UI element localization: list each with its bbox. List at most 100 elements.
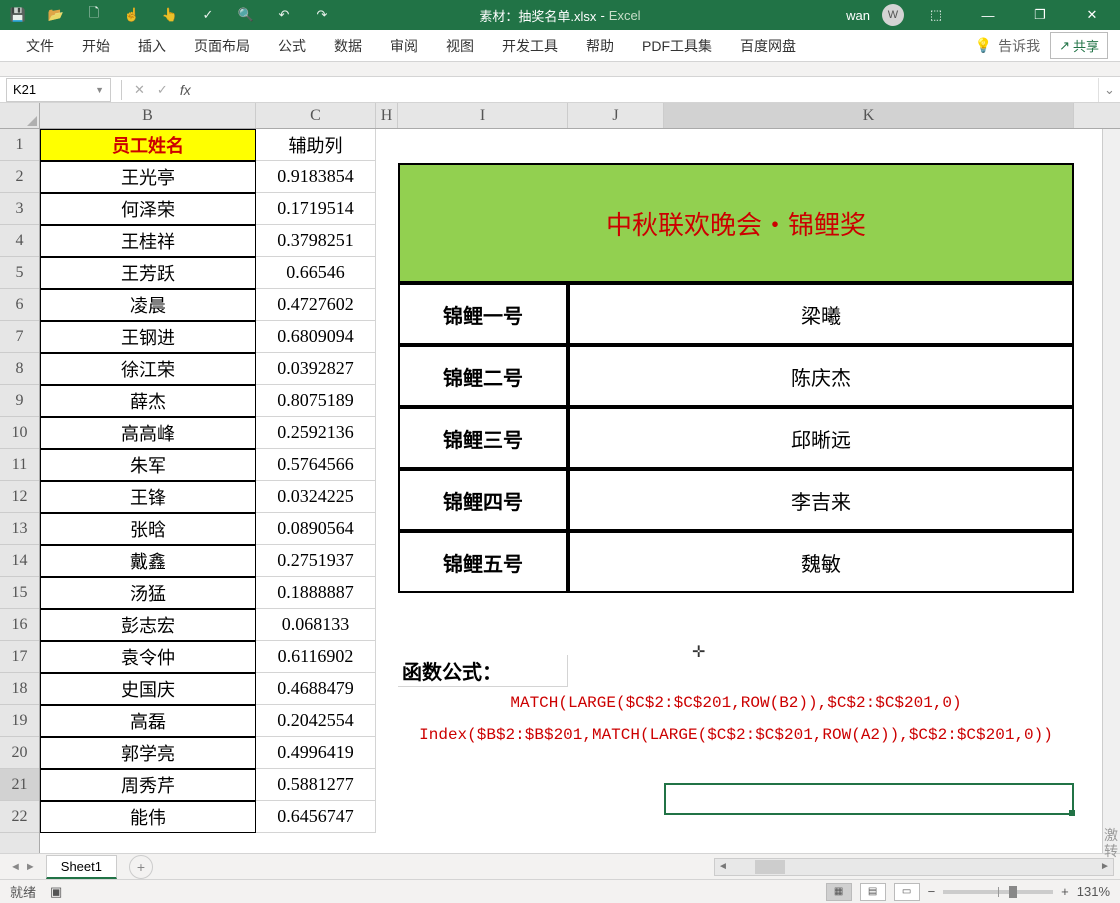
- cell-B10[interactable]: 高高峰: [40, 417, 256, 449]
- preview-icon[interactable]: 🔍: [236, 5, 256, 25]
- cell-C2[interactable]: 0.9183854: [256, 161, 376, 193]
- tell-me[interactable]: 💡告诉我: [975, 36, 1040, 56]
- tab-insert[interactable]: 插入: [124, 30, 180, 62]
- cell-B18[interactable]: 史国庆: [40, 673, 256, 705]
- zoom-out-icon[interactable]: −: [928, 884, 936, 899]
- prize-winner-2[interactable]: 陈庆杰: [568, 345, 1074, 407]
- cell-C9[interactable]: 0.8075189: [256, 385, 376, 417]
- row-header-22[interactable]: 22: [0, 801, 39, 833]
- cell-B2[interactable]: 王光亭: [40, 161, 256, 193]
- cell-B5[interactable]: 王芳跃: [40, 257, 256, 289]
- cell-B17[interactable]: 袁令仲: [40, 641, 256, 673]
- open-icon[interactable]: 📂: [46, 5, 66, 25]
- col-header-K[interactable]: K: [664, 103, 1074, 128]
- cell-B20[interactable]: 郭学亮: [40, 737, 256, 769]
- cell-B9[interactable]: 薛杰: [40, 385, 256, 417]
- cell-C5[interactable]: 0.66546: [256, 257, 376, 289]
- tab-baidu[interactable]: 百度网盘: [726, 30, 810, 62]
- view-normal-icon[interactable]: ▦: [826, 883, 852, 901]
- formula-input[interactable]: [197, 79, 1098, 101]
- zoom-level[interactable]: 131%: [1077, 884, 1110, 899]
- row-header-10[interactable]: 10: [0, 417, 39, 449]
- cell-C17[interactable]: 0.6116902: [256, 641, 376, 673]
- cancel-icon[interactable]: ✕: [134, 82, 145, 98]
- cell-B21[interactable]: 周秀芹: [40, 769, 256, 801]
- close-icon[interactable]: ✕: [1072, 0, 1112, 30]
- prize-label-1[interactable]: 锦鲤一号: [398, 283, 568, 345]
- cell-C4[interactable]: 0.3798251: [256, 225, 376, 257]
- prize-winner-5[interactable]: 魏敏: [568, 531, 1074, 593]
- cell-C16[interactable]: 0.068133: [256, 609, 376, 641]
- cell-C12[interactable]: 0.0324225: [256, 481, 376, 513]
- cell-C13[interactable]: 0.0890564: [256, 513, 376, 545]
- cell-B14[interactable]: 戴鑫: [40, 545, 256, 577]
- cell-B22[interactable]: 能伟: [40, 801, 256, 833]
- sheet-next-icon[interactable]: ►: [25, 861, 36, 873]
- cell-B13[interactable]: 张晗: [40, 513, 256, 545]
- cell-C15[interactable]: 0.1888887: [256, 577, 376, 609]
- cell-C20[interactable]: 0.4996419: [256, 737, 376, 769]
- row-header-7[interactable]: 7: [0, 321, 39, 353]
- touch2-icon[interactable]: 👆: [160, 5, 180, 25]
- tab-pdf[interactable]: PDF工具集: [628, 30, 726, 62]
- row-header-15[interactable]: 15: [0, 577, 39, 609]
- cell-B16[interactable]: 彭志宏: [40, 609, 256, 641]
- tab-review[interactable]: 审阅: [376, 30, 432, 62]
- horizontal-scrollbar[interactable]: ◄ ►: [714, 858, 1114, 876]
- ribbon-collapsed-strip[interactable]: [0, 62, 1120, 77]
- cell-B6[interactable]: 凌晨: [40, 289, 256, 321]
- row-header-14[interactable]: 14: [0, 545, 39, 577]
- row-header-16[interactable]: 16: [0, 609, 39, 641]
- redo-icon[interactable]: ↷: [312, 5, 332, 25]
- row-header-6[interactable]: 6: [0, 289, 39, 321]
- tab-data[interactable]: 数据: [320, 30, 376, 62]
- cell-C22[interactable]: 0.6456747: [256, 801, 376, 833]
- cell-C14[interactable]: 0.2751937: [256, 545, 376, 577]
- cell-C11[interactable]: 0.5764566: [256, 449, 376, 481]
- cell-B8[interactable]: 徐江荣: [40, 353, 256, 385]
- active-cell[interactable]: [664, 783, 1074, 815]
- tab-devtools[interactable]: 开发工具: [488, 30, 572, 62]
- save-icon[interactable]: 💾: [8, 5, 28, 25]
- cells-area[interactable]: ✛ 员工姓名辅助列王光亭0.9183854何泽荣0.1719514王桂祥0.37…: [40, 129, 1120, 853]
- avatar[interactable]: W: [882, 4, 904, 26]
- cell-I2[interactable]: 中秋联欢晚会・锦鲤奖: [398, 163, 1074, 283]
- tab-formulas[interactable]: 公式: [264, 30, 320, 62]
- prize-winner-4[interactable]: 李吉来: [568, 469, 1074, 531]
- zoom-slider[interactable]: [943, 890, 1053, 894]
- row-header-13[interactable]: 13: [0, 513, 39, 545]
- col-header-I[interactable]: I: [398, 103, 568, 128]
- macro-record-icon[interactable]: ▣: [50, 884, 62, 900]
- cell-B11[interactable]: 朱军: [40, 449, 256, 481]
- row-header-21[interactable]: 21: [0, 769, 39, 801]
- cell-C7[interactable]: 0.6809094: [256, 321, 376, 353]
- new-icon[interactable]: 🗋: [84, 5, 104, 25]
- add-sheet-icon[interactable]: +: [129, 855, 153, 879]
- cell-C21[interactable]: 0.5881277: [256, 769, 376, 801]
- maximize-icon[interactable]: ❐: [1020, 0, 1060, 30]
- formula-2[interactable]: Index($B$2:$B$201,MATCH(LARGE($C$2:$C$20…: [398, 719, 1074, 751]
- col-header-H[interactable]: H: [376, 103, 398, 128]
- col-header-B[interactable]: B: [40, 103, 256, 128]
- prize-label-2[interactable]: 锦鲤二号: [398, 345, 568, 407]
- cell-B19[interactable]: 高磊: [40, 705, 256, 737]
- formula-1[interactable]: MATCH(LARGE($C$2:$C$201,ROW(B2)),$C$2:$C…: [398, 687, 1074, 719]
- touch-icon[interactable]: ☝: [122, 5, 142, 25]
- cell-B15[interactable]: 汤猛: [40, 577, 256, 609]
- view-layout-icon[interactable]: ▤: [860, 883, 886, 901]
- cell-C8[interactable]: 0.0392827: [256, 353, 376, 385]
- row-header-11[interactable]: 11: [0, 449, 39, 481]
- chevron-down-icon[interactable]: ▼: [95, 85, 104, 95]
- sheet-prev-icon[interactable]: ◄: [10, 861, 21, 873]
- row-header-1[interactable]: 1: [0, 129, 39, 161]
- confirm-icon[interactable]: ✓: [157, 82, 168, 98]
- row-header-12[interactable]: 12: [0, 481, 39, 513]
- fx-icon[interactable]: fx: [180, 82, 191, 98]
- scroll-thumb[interactable]: [755, 860, 785, 874]
- cell-C1[interactable]: 辅助列: [256, 129, 376, 161]
- cell-B4[interactable]: 王桂祥: [40, 225, 256, 257]
- prize-winner-1[interactable]: 梁曦: [568, 283, 1074, 345]
- sheet-tab-1[interactable]: Sheet1: [46, 855, 117, 879]
- cell-C18[interactable]: 0.4688479: [256, 673, 376, 705]
- scroll-left-icon[interactable]: ◄: [715, 861, 731, 872]
